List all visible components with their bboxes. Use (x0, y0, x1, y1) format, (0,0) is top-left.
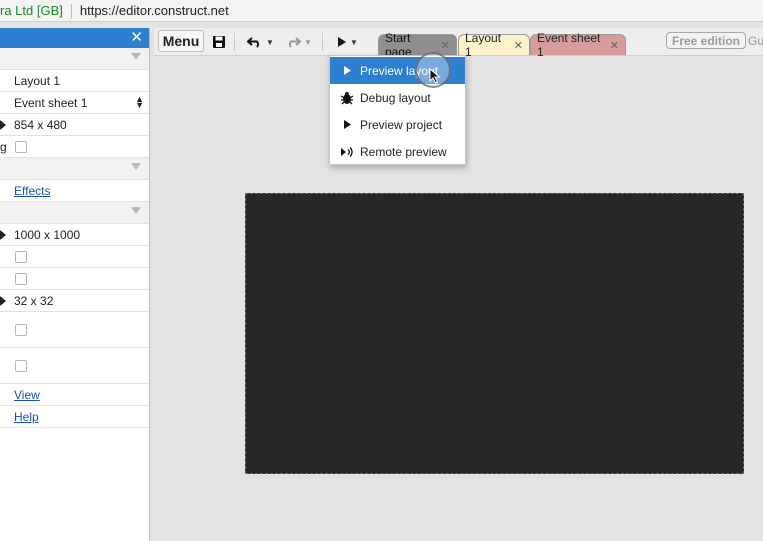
menu-item-debug-layout[interactable]: Debug layout (330, 84, 465, 111)
redo-icon[interactable]: ▼ (285, 32, 312, 52)
property-row[interactable]: Layout 1 (0, 70, 149, 92)
property-value[interactable]: Event sheet 1 (14, 96, 87, 110)
property-checkbox-row[interactable] (0, 246, 149, 268)
chevron-down-icon[interactable] (131, 53, 141, 60)
select-arrows-icon[interactable]: ▲ ▼ (135, 95, 144, 110)
close-tab-icon[interactable]: ✕ (514, 39, 523, 52)
tab-start-page[interactable]: Start page ✕ (378, 31, 457, 59)
property-checkbox-row[interactable] (0, 312, 149, 348)
property-checkbox[interactable] (15, 140, 27, 153)
menu-item-label: Preview project (360, 117, 443, 132)
undo-icon[interactable]: ▼ (247, 32, 274, 52)
toolbar-divider (234, 33, 235, 51)
property-link-row[interactable]: Help (0, 406, 149, 428)
close-tab-icon[interactable]: ✕ (441, 39, 450, 52)
properties-rows: Layout 1 Event sheet 1 ▲ ▼ 854 x 480 g Effects… (0, 48, 149, 428)
menu-button[interactable]: Menu (158, 30, 204, 52)
property-checkbox[interactable] (15, 250, 27, 263)
property-checkbox[interactable] (15, 323, 27, 336)
toolbar-divider (322, 33, 323, 51)
menu-item-label: Debug layout (360, 90, 431, 105)
tab-event-sheet-1[interactable]: Event sheet 1 ✕ (530, 31, 626, 59)
free-edition-badge[interactable]: Free edition (666, 32, 747, 49)
main-toolbar: Menu ▼ ▼ ▼ Start page ✕ Layout 1 ✕ Event… (154, 28, 763, 59)
preview-play-icon[interactable]: ▼ (337, 32, 358, 52)
properties-panel-header: ✕ (0, 28, 149, 48)
expand-arrow-icon[interactable] (0, 296, 6, 306)
property-section-header[interactable] (0, 158, 149, 180)
property-row[interactable]: 32 x 32 (0, 290, 149, 312)
property-row[interactable]: 854 x 480 (0, 114, 149, 136)
property-checkbox-row[interactable] (0, 348, 149, 384)
expand-arrow-icon[interactable] (0, 230, 6, 240)
expand-arrow-icon[interactable] (0, 120, 6, 130)
property-value[interactable]: 32 x 32 (14, 294, 53, 308)
menu-item-label: Remote preview (360, 144, 447, 159)
browser-address-bar[interactable]: ra Ltd [GB] https://editor.construct.net (0, 0, 763, 22)
property-select-row[interactable]: Event sheet 1 ▲ ▼ (0, 92, 149, 114)
play-icon (340, 57, 354, 84)
property-checkbox-row[interactable]: g (0, 136, 149, 158)
mouse-cursor-icon (429, 67, 441, 87)
play-icon (340, 111, 354, 138)
close-icon[interactable]: ✕ (130, 29, 143, 47)
property-value[interactable]: 854 x 480 (14, 118, 67, 132)
tab-label: Layout 1 (465, 31, 502, 59)
address-separator (70, 3, 72, 18)
property-link-row[interactable]: View (0, 384, 149, 406)
tab-layout-1[interactable]: Layout 1 ✕ (458, 31, 530, 59)
chevron-down-icon[interactable] (131, 207, 141, 214)
layout-canvas[interactable] (245, 193, 744, 474)
close-tab-icon[interactable]: ✕ (610, 39, 619, 52)
property-checkbox-row[interactable] (0, 268, 149, 290)
property-section-header[interactable] (0, 202, 149, 224)
property-checkbox[interactable] (15, 272, 27, 285)
menu-item-remote-preview[interactable]: Remote preview (330, 138, 465, 165)
property-value[interactable]: 1000 x 1000 (14, 228, 80, 242)
chevron-down-icon[interactable] (131, 163, 141, 170)
url-text[interactable]: https://editor.construct.net (80, 3, 229, 18)
property-link[interactable]: Help (14, 410, 39, 424)
property-link[interactable]: View (14, 388, 40, 402)
property-label: g (0, 139, 7, 154)
tab-label: Event sheet 1 (537, 31, 601, 59)
site-identity-label: ra Ltd [GB] (0, 3, 63, 18)
property-row[interactable]: 1000 x 1000 (0, 224, 149, 246)
remote-preview-icon (340, 138, 354, 165)
bug-icon (340, 84, 354, 111)
property-link-row[interactable]: Effects (0, 180, 149, 202)
property-section-header[interactable] (0, 48, 149, 70)
guest-label[interactable]: Gu (748, 34, 763, 48)
property-checkbox[interactable] (15, 359, 27, 372)
property-link[interactable]: Effects (14, 184, 50, 198)
menu-item-preview-project[interactable]: Preview project (330, 111, 465, 138)
property-value[interactable]: Layout 1 (14, 74, 60, 88)
save-icon[interactable] (212, 32, 226, 52)
properties-panel: ✕ Layout 1 Event sheet 1 ▲ ▼ 854 x 480 g Effec… (0, 28, 150, 541)
